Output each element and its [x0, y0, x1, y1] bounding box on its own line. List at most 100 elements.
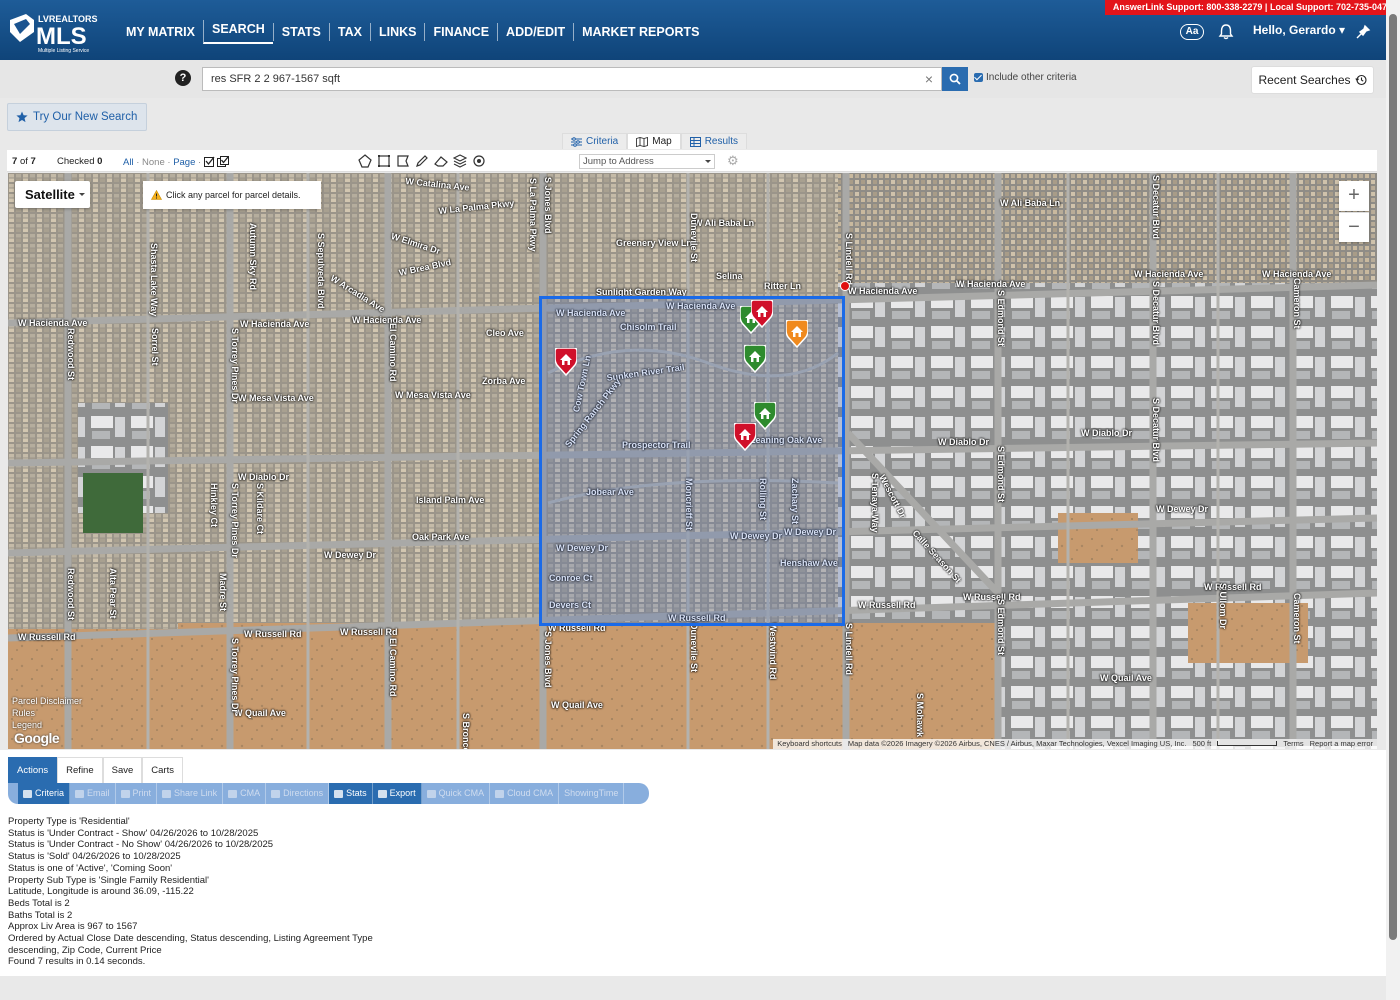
tab-save[interactable]: Save — [102, 757, 143, 783]
search-input[interactable] — [202, 67, 942, 91]
listing-marker-house-icon[interactable] — [743, 344, 767, 374]
parcel-disclaimer-links: Parcel Disclaimer Rules Legend — [12, 695, 82, 731]
street-label: W Quail Ave — [234, 708, 286, 718]
scrollbar-thumb[interactable] — [1389, 14, 1397, 940]
quick-cma-button[interactable]: Quick CMA — [422, 783, 491, 804]
street-label: W Dewey Dr — [324, 550, 377, 560]
nav-item-tax[interactable]: TAX — [328, 23, 370, 41]
map-draw-tools — [357, 153, 487, 169]
nav-item-add-edit[interactable]: ADD/EDIT — [497, 23, 573, 41]
help-icon[interactable]: ? — [175, 70, 191, 86]
criteria-summary: Property Type is 'Residential' Status is … — [8, 816, 373, 968]
stats-button[interactable]: Stats — [329, 783, 373, 804]
directions-button[interactable]: Directions — [266, 783, 330, 804]
warning-icon — [151, 190, 162, 200]
layers-icon[interactable] — [452, 153, 468, 169]
criteria-line: Beds Total is 2 — [8, 897, 70, 909]
nav-item-links[interactable]: LINKS — [369, 23, 425, 41]
street-label: Island Palm Ave — [416, 495, 485, 505]
check-all-icon[interactable] — [217, 156, 230, 167]
select-none-link[interactable]: None — [142, 157, 165, 168]
showingtime-button[interactable]: ShowingTime — [559, 783, 625, 804]
jump-to-address-select[interactable]: Jump to Address — [579, 154, 715, 169]
street-label: S Edmond St — [996, 599, 1006, 655]
result-count: 7 of 7 — [12, 156, 36, 167]
nav-item-my-matrix[interactable]: MY MATRIX — [118, 23, 203, 41]
street-label: S Decatur Blvd — [1151, 398, 1161, 463]
action-button-label: Stats — [346, 788, 367, 798]
street-label: Sorrel St — [150, 328, 160, 366]
listing-marker-house-icon[interactable] — [750, 299, 774, 329]
zoom-out-button[interactable]: − — [1339, 212, 1369, 242]
street-label: S Decatur Blvd — [1151, 175, 1161, 240]
nav-item-finance[interactable]: FINANCE — [424, 23, 497, 41]
listing-marker-house-icon[interactable] — [554, 347, 578, 377]
email-button[interactable]: Email — [70, 783, 116, 804]
checkbox-checked-icon[interactable] — [974, 73, 983, 82]
tab-map[interactable]: Map — [627, 133, 681, 149]
pencil-icon[interactable] — [414, 153, 430, 169]
tab-refine[interactable]: Refine — [57, 757, 103, 783]
terms-link[interactable]: Terms — [1283, 739, 1303, 749]
recent-searches-button[interactable]: Recent Searches — [1251, 66, 1374, 94]
export-button[interactable]: Export — [372, 783, 422, 804]
share-link-button[interactable]: Share Link — [157, 783, 224, 804]
cloud-cma-button[interactable]: Cloud CMA — [490, 783, 560, 804]
action-button-label: CMA — [240, 788, 261, 798]
keyboard-shortcuts-link[interactable]: Keyboard shortcuts — [777, 739, 842, 749]
street-label: W Diablo Dr — [938, 437, 989, 447]
drag-handle[interactable] — [840, 281, 850, 291]
street-label: S Torrey Pines Dr — [230, 328, 240, 403]
street-label: Dunevile St — [689, 623, 699, 673]
criteria-button[interactable]: Criteria — [18, 783, 71, 804]
street-label: Madre St — [218, 573, 228, 612]
clear-search-icon[interactable]: × — [922, 70, 936, 88]
rules-link[interactable]: Rules — [12, 707, 82, 719]
target-icon[interactable] — [471, 153, 487, 169]
map-type-dropdown[interactable]: Satellite — [15, 181, 90, 208]
try-new-search-button[interactable]: Try Our New Search — [7, 103, 147, 131]
criteria-line: Ordered by Actual Close Date descending,… — [8, 933, 373, 945]
select-all-link[interactable]: All — [123, 157, 134, 168]
gear-icon[interactable]: ⚙ — [727, 154, 741, 168]
lvr-mls-logo[interactable]: LVREALTORS MLS Multiple Listing Service — [8, 10, 100, 54]
action-button-label: Email — [87, 788, 110, 798]
nav-item-stats[interactable]: STATS — [272, 23, 329, 41]
street-label: W Hacienda Ave — [848, 286, 918, 296]
report-map-error-link[interactable]: Report a map error — [1310, 739, 1373, 749]
parcel-disclaimer-link[interactable]: Parcel Disclaimer — [12, 695, 82, 707]
zoom-in-button[interactable]: + — [1339, 181, 1369, 211]
tab-criteria[interactable]: Criteria — [562, 133, 628, 149]
radius-draw-icon[interactable] — [395, 153, 411, 169]
tab-results[interactable]: Results — [680, 133, 748, 149]
street-label: W Hacienda Ave — [352, 315, 422, 325]
nav-item-search[interactable]: SEARCH — [202, 20, 273, 44]
street-label: Selina — [716, 271, 743, 281]
criteria-line: Latitude, Longitude is around 36.09, -11… — [8, 886, 194, 898]
nav-item-market-reports[interactable]: MARKET REPORTS — [573, 23, 707, 41]
map-type-label: Satellite — [25, 187, 75, 202]
listing-marker-house-icon[interactable] — [733, 422, 757, 452]
check-selected-icon[interactable] — [203, 156, 215, 167]
tab-carts[interactable]: Carts — [142, 757, 183, 783]
user-greeting-menu[interactable]: Hello, Gerardo ▾ — [1253, 23, 1345, 37]
listing-marker-house-icon[interactable] — [753, 401, 777, 431]
street-label: W Mesa Vista Ave — [395, 390, 471, 400]
select-page-link[interactable]: Page — [173, 157, 195, 168]
scale-label[interactable]: 500 ft — [1192, 739, 1211, 749]
satellite-map[interactable]: W Hacienda Ave W Hacienda Ave W Hacienda… — [8, 173, 1377, 749]
eraser-icon[interactable] — [433, 153, 449, 169]
search-button[interactable] — [942, 67, 968, 91]
rectangle-draw-icon[interactable] — [376, 153, 392, 169]
listing-marker-house-icon[interactable] — [785, 319, 809, 349]
cma-button[interactable]: CMA — [223, 783, 267, 804]
page-scrollbar[interactable] — [1386, 0, 1400, 1000]
font-size-button[interactable]: Aa — [1180, 24, 1204, 40]
pin-icon[interactable] — [1355, 24, 1371, 40]
bell-icon[interactable] — [1217, 23, 1235, 41]
include-other-criteria-checkbox[interactable]: Include other criteria — [974, 72, 1077, 83]
print-button[interactable]: Print — [116, 783, 158, 804]
polygon-draw-icon[interactable] — [357, 153, 373, 169]
quick-cma-icon — [426, 789, 436, 798]
tab-actions[interactable]: Actions — [8, 757, 58, 783]
